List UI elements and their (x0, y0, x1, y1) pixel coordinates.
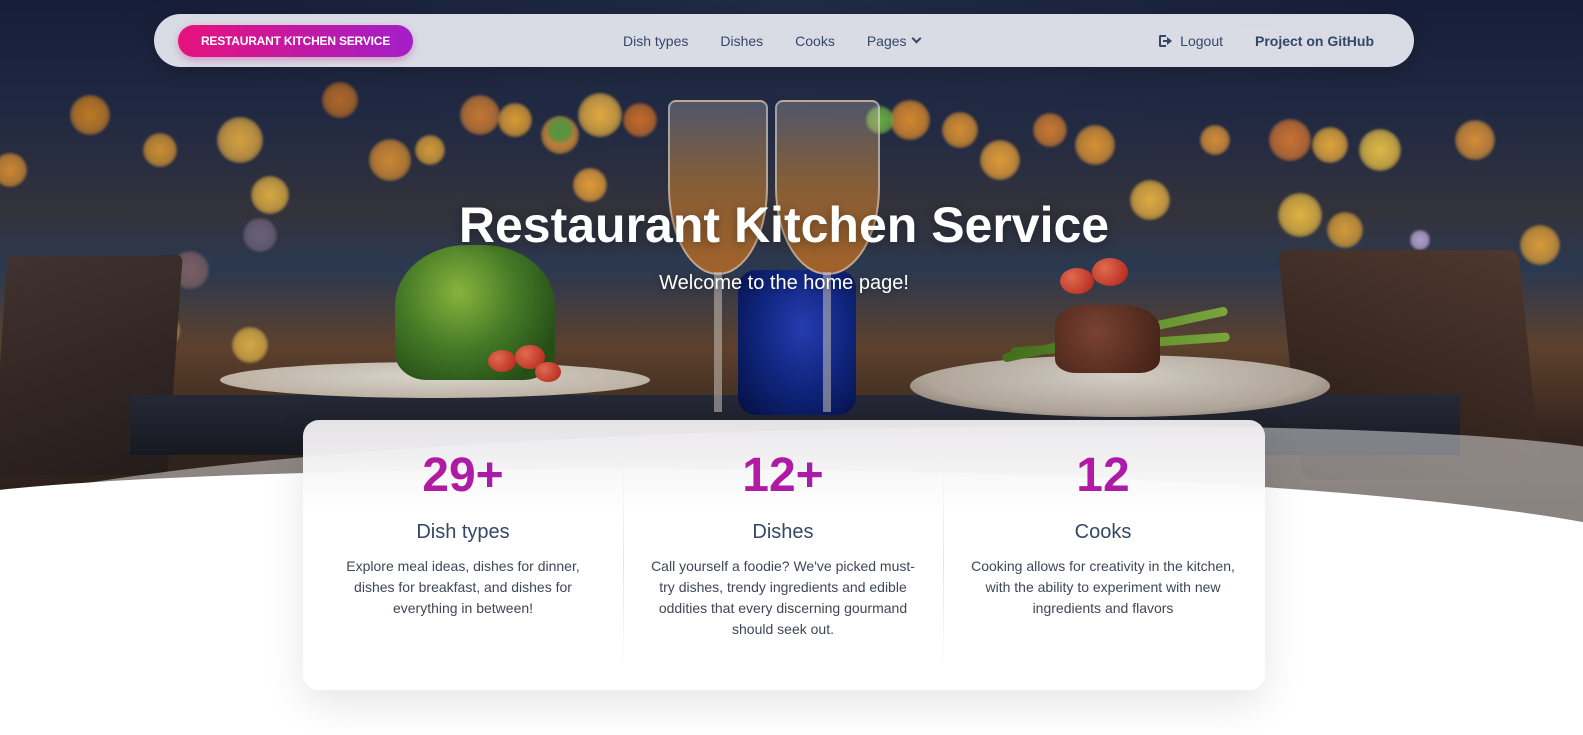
github-project-link[interactable]: Project on GitHub (1255, 33, 1374, 49)
logout-label: Logout (1180, 32, 1223, 49)
nav-link-pages-label: Pages (866, 32, 907, 49)
nav-link-pages-dropdown[interactable]: Pages (851, 14, 936, 67)
nav-link-dish-types[interactable]: Dish types (607, 14, 704, 67)
stat-cooks: 12 Cooks Cooking allows for creativity i… (943, 420, 1263, 690)
sign-out-icon (1159, 34, 1173, 47)
nav-links: Dish types Dishes Cooks Pages (607, 14, 936, 67)
stat-value: 12 (943, 449, 1263, 503)
nav-right: Logout Project on GitHub (1159, 14, 1374, 67)
stat-value: 29+ (303, 449, 623, 503)
stat-description: Call yourself a foodie? We've picked mus… (651, 557, 915, 637)
stat-title: Dish types (416, 520, 510, 543)
brand-button[interactable]: RESTAURANT KITCHEN SERVICE (178, 25, 413, 57)
stat-value: 12+ (623, 449, 943, 503)
stat-title: Cooks (1074, 520, 1132, 543)
stat-dish-types: 29+ Dish types Explore meal ideas, dishe… (303, 420, 623, 690)
logout-link[interactable]: Logout (1159, 33, 1223, 49)
stat-description: Explore meal ideas, dishes for dinner, d… (346, 557, 580, 616)
page-title: Restaurant Kitchen Service (458, 197, 1110, 253)
stats-card: 29+ Dish types Explore meal ideas, dishe… (303, 420, 1265, 690)
navbar: RESTAURANT KITCHEN SERVICE Dish types Di… (154, 14, 1414, 67)
stat-description: Cooking allows for creativity in the kit… (971, 557, 1235, 616)
nav-link-cooks[interactable]: Cooks (779, 14, 851, 67)
stat-dishes: 12+ Dishes Call yourself a foodie? We've… (623, 420, 943, 690)
page-subtitle: Welcome to the home page! (659, 272, 909, 294)
nav-link-dishes[interactable]: Dishes (704, 14, 779, 67)
stat-title: Dishes (752, 520, 814, 543)
chevron-down-icon (911, 33, 921, 44)
